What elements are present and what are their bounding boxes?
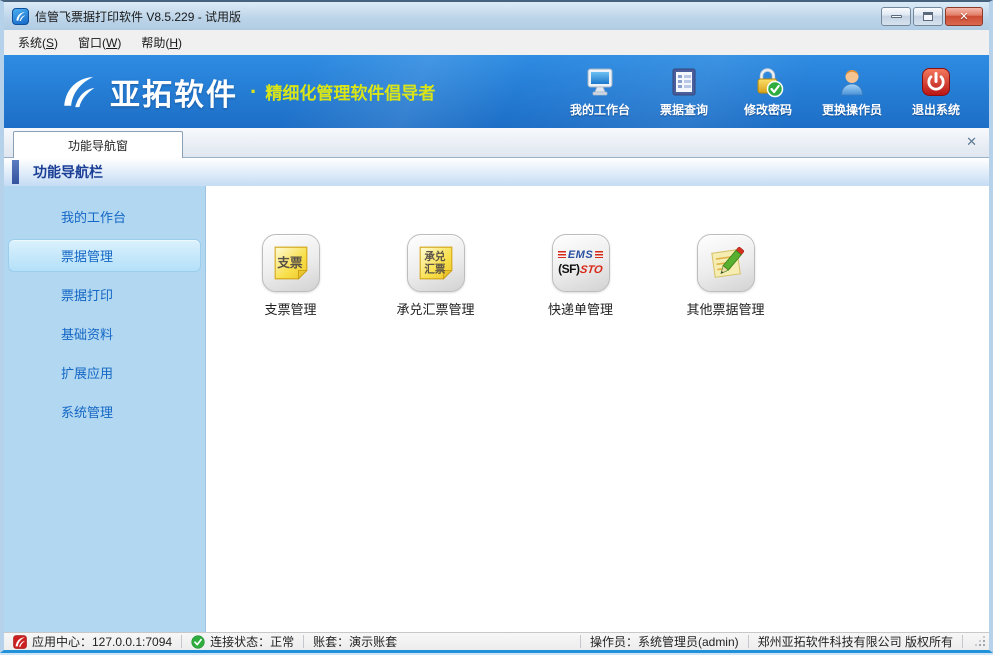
menu-bar: 系统(S) 窗口(W) 帮助(H) — [4, 30, 989, 55]
svg-text:汇票: 汇票 — [424, 263, 446, 276]
brand-slogan: 精细化管理软件倡导者 — [265, 79, 435, 104]
tab-strip: 功能导航窗 ✕ — [4, 128, 989, 158]
brand-separator: · — [250, 79, 257, 105]
status-bar: 应用中心：127.0.0.1:7094 连接状态：正常 账套：演示账套 操作员：… — [4, 632, 989, 650]
shortcut-express-form-management[interactable]: EMS (SF) STO 快递单管理 — [508, 234, 653, 318]
brand-logo: 亚拓软件 · 精细化管理软件倡导者 — [56, 70, 435, 114]
status-connection: 连接状态：正常 — [182, 633, 303, 650]
note-pencil-icon — [697, 234, 755, 292]
monitor-icon — [583, 65, 617, 99]
minimize-icon — [891, 15, 902, 18]
sidebar-item-workbench[interactable]: 我的工作台 — [8, 200, 201, 233]
brand-header: 亚拓软件 · 精细化管理软件倡导者 我的工作台 — [4, 55, 989, 128]
cheque-note-icon: 支票 — [262, 234, 320, 292]
operator-person-icon — [835, 65, 869, 99]
connection-ok-icon — [191, 635, 205, 649]
banner-title: 功能导航栏 — [33, 162, 103, 182]
close-button[interactable]: ✕ — [945, 7, 983, 26]
nav-banner: 功能导航栏 — [4, 158, 989, 186]
toolbar-workbench[interactable]: 我的工作台 — [561, 65, 639, 118]
lock-check-icon — [751, 65, 785, 99]
status-copyright: 郑州亚拓软件科技有限公司 版权所有 — [749, 633, 962, 650]
brand-swoosh-icon — [56, 70, 100, 114]
app-center-icon — [13, 635, 27, 649]
menu-system[interactable]: 系统(S) — [8, 31, 68, 54]
brand-name: 亚拓软件 — [110, 70, 238, 114]
status-operator: 操作员：系统管理员(admin) — [581, 633, 748, 650]
resize-grip[interactable] — [963, 633, 989, 650]
shortcut-cheque-management[interactable]: 支票 支票管理 — [218, 234, 363, 318]
main-panel: 支票 支票管理 承兑 汇票 承兑汇票管理 — [206, 186, 989, 632]
status-account-set: 账套：演示账套 — [304, 633, 406, 650]
shortcut-other-bills-management[interactable]: 其他票据管理 — [653, 234, 798, 318]
title-bar: 信管飞票据打印软件 V8.5.229 - 试用版 ✕ — [4, 2, 989, 30]
menu-window[interactable]: 窗口(W) — [68, 31, 131, 54]
window-title: 信管飞票据打印软件 V8.5.229 - 试用版 — [35, 8, 241, 25]
express-logos-icon: EMS (SF) STO — [552, 234, 610, 292]
status-app-center: 应用中心：127.0.0.1:7094 — [4, 633, 181, 650]
header-toolbar: 我的工作台 票据查询 — [561, 55, 975, 128]
maximize-button[interactable] — [913, 7, 943, 26]
close-icon: ✕ — [959, 10, 968, 23]
svg-text:支票: 支票 — [277, 255, 303, 270]
sidebar-item-basic-data[interactable]: 基础资料 — [8, 317, 201, 350]
menu-help[interactable]: 帮助(H) — [131, 31, 192, 54]
app-logo-icon — [12, 8, 29, 25]
power-icon — [919, 65, 953, 99]
bill-list-icon — [667, 65, 701, 99]
acceptance-note-icon: 承兑 汇票 — [407, 234, 465, 292]
svg-text:承兑: 承兑 — [424, 250, 446, 263]
toolbar-change-password[interactable]: 修改密码 — [729, 65, 807, 118]
banner-accent-bar — [12, 160, 19, 184]
shortcut-acceptance-bill-management[interactable]: 承兑 汇票 承兑汇票管理 — [363, 234, 508, 318]
toolbar-exit-system[interactable]: 退出系统 — [897, 65, 975, 118]
maximize-icon — [923, 12, 933, 21]
sidebar-item-extensions[interactable]: 扩展应用 — [8, 356, 201, 389]
toolbar-switch-operator[interactable]: 更换操作员 — [813, 65, 891, 118]
minimize-button[interactable] — [881, 7, 911, 26]
close-tab-icon[interactable]: ✕ — [966, 135, 977, 148]
sidebar-item-bill-management[interactable]: 票据管理 — [8, 239, 201, 272]
sidebar-item-bill-printing[interactable]: 票据打印 — [8, 278, 201, 311]
app-window: 信管飞票据打印软件 V8.5.229 - 试用版 ✕ 系统(S) 窗口(W) 帮… — [0, 0, 993, 653]
toolbar-bill-query[interactable]: 票据查询 — [645, 65, 723, 118]
sidebar-item-system-management[interactable]: 系统管理 — [8, 395, 201, 428]
tab-function-nav[interactable]: 功能导航窗 — [13, 131, 183, 158]
sidebar-nav: 我的工作台 票据管理 票据打印 基础资料 扩展应用 系统管理 — [4, 186, 206, 632]
